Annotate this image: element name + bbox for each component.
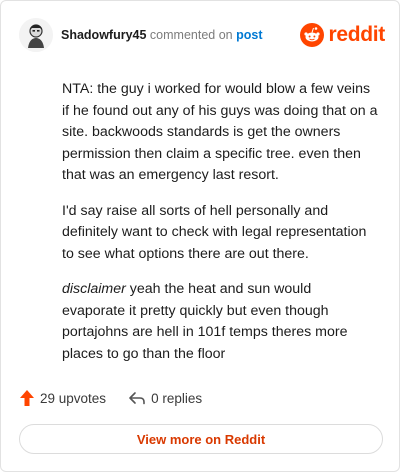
comment-paragraph-3: disclaimer yeah the heat and sun would e… <box>62 279 378 365</box>
upvote-count: 29 upvotes <box>40 390 107 406</box>
upvote-arrow-icon <box>20 390 34 406</box>
post-link[interactable]: post <box>236 28 262 42</box>
commented-on-text: commented on <box>149 28 233 42</box>
reddit-wordmark: reddit <box>328 23 385 46</box>
reply-count: 0 replies <box>151 390 203 406</box>
reply-arrow-icon <box>129 392 145 405</box>
author-name[interactable]: Shadowfury45 <box>61 28 146 42</box>
comment-paragraph-1: NTA: the guy i worked for would blow a f… <box>62 81 378 183</box>
avatar-icon <box>19 18 53 52</box>
disclaimer-word: disclaimer <box>62 281 126 297</box>
reddit-logo-icon <box>300 23 325 47</box>
reddit-brand[interactable]: reddit <box>300 23 385 47</box>
comment-paragraph-2: I'd say raise all sorts of hell personal… <box>62 202 367 262</box>
upvote-button[interactable]: 29 upvotes <box>19 389 106 407</box>
view-more-button[interactable]: View more on Reddit <box>19 424 383 454</box>
comment-header: Shadowfury45 commented on post reddit <box>19 17 385 53</box>
comment-meta: Shadowfury45 commented on post <box>61 28 262 42</box>
avatar[interactable] <box>19 18 53 52</box>
comment-actions: 29 upvotes 0 replies <box>19 389 202 407</box>
replies-button[interactable]: 0 replies <box>128 391 202 406</box>
comment-card: Shadowfury45 commented on post reddit NT… <box>0 0 400 472</box>
comment-body: NTA: the guy i worked for would blow a f… <box>62 79 378 379</box>
